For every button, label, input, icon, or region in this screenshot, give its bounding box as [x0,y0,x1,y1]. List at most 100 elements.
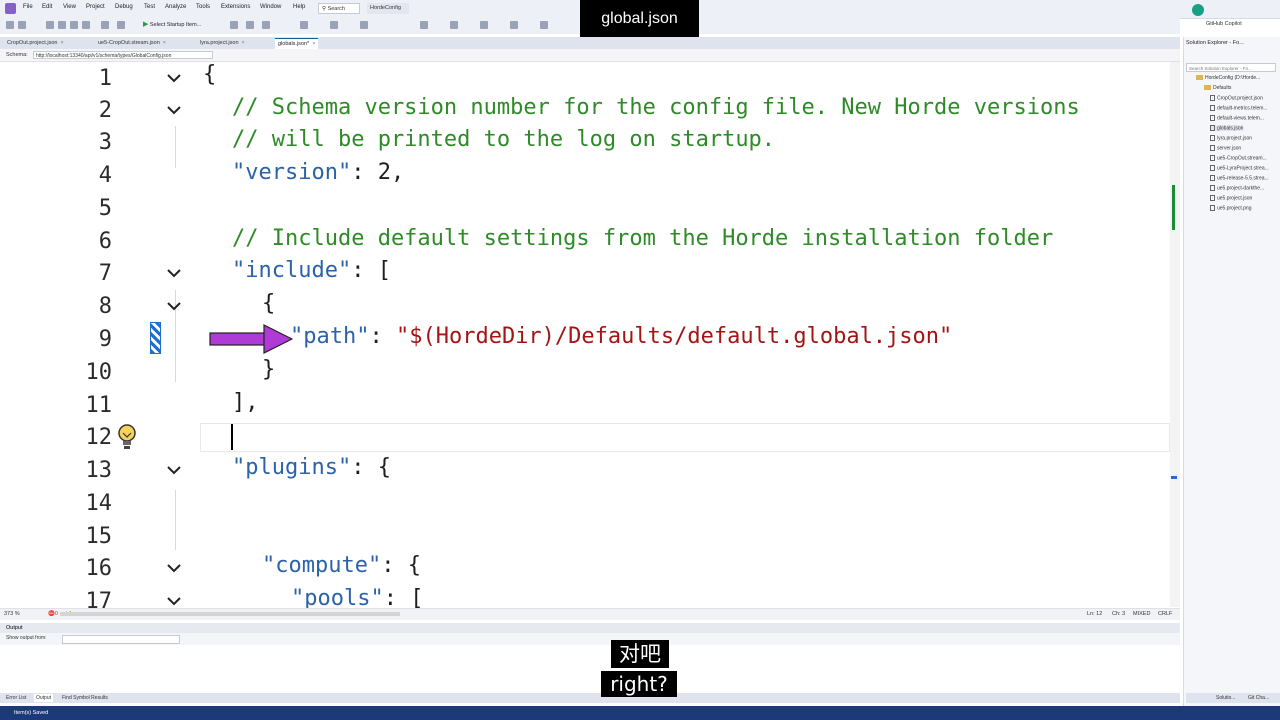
line-ending[interactable]: CRLF [1158,609,1172,619]
zoom-level[interactable]: 373 % [4,609,20,619]
status-bar [0,706,1280,720]
solution-file-item[interactable]: default-metrics.telem... [1210,105,1268,111]
tab-output[interactable]: Output [34,694,54,702]
save-icon[interactable] [70,21,78,29]
close-icon[interactable]: × [163,40,166,46]
json-key: "plugins" [232,455,352,480]
close-icon[interactable]: × [60,40,63,46]
tab-cropout-stream[interactable]: ue5-CropOut.stream.json × [95,38,169,49]
menu-extensions[interactable]: Extensions [221,4,250,10]
toolbar-tool-icon[interactable] [300,21,308,29]
menu-window[interactable]: Window [260,4,281,10]
toolbar-tool-icon[interactable] [540,21,548,29]
json-punct: : { [351,455,391,480]
solution-file-item[interactable]: ue5-LyraProject.strea... [1210,165,1269,171]
menu-test[interactable]: Test [144,4,155,10]
copilot-label[interactable]: GitHub Copilot [1206,21,1242,27]
error-count[interactable]: ⛔0 [48,609,58,619]
output-text-area[interactable] [0,645,1180,693]
schema-url-field[interactable]: http://localhost:13340/api/v1/schema/typ… [33,51,213,59]
solution-file-item-selected[interactable]: globals.json [1210,125,1244,132]
save-all-icon[interactable] [82,21,90,29]
tab-cropout-project[interactable]: CropOut.project.json × [4,38,67,49]
tab-label: globals.json* [278,41,310,47]
solution-file-item[interactable]: server.json [1210,145,1241,151]
menu-view[interactable]: View [63,4,76,10]
tab-solution-explorer[interactable]: Solutio... [1214,694,1237,702]
fold-chevron-icon[interactable] [166,593,182,609]
menu-tools[interactable]: Tools [196,4,210,10]
start-button[interactable]: ▶ Select Startup Item... [143,20,201,28]
fold-chevron-icon[interactable] [166,102,182,118]
file-label: ue5.project.png [1217,205,1252,212]
open-icon[interactable] [58,21,66,29]
annotation-arrow-icon [209,324,294,354]
file-icon [1210,115,1215,121]
fold-chevron-icon[interactable] [166,560,182,576]
error-count-value: 0 [54,611,58,617]
undo-icon[interactable] [101,21,109,29]
solution-root[interactable]: HordeConfig (D:\Horde... [1196,75,1260,81]
close-icon[interactable]: × [242,40,245,46]
redo-icon[interactable] [117,21,125,29]
line-number: 9 [98,327,112,352]
lightbulb-icon[interactable] [116,423,138,451]
toolbar-tool-icon[interactable] [262,21,270,29]
vertical-scrollbar[interactable] [1170,62,1180,607]
tab-lyra-project[interactable]: lyra.project.json × [197,38,248,49]
solution-file-item[interactable]: ue5.project-darkthe... [1210,185,1264,191]
menu-project[interactable]: Project [86,4,105,10]
code-line-16: "compute": { [262,553,421,578]
toolbar-tool-icon[interactable] [246,21,254,29]
file-label: default-metrics.telem... [1217,105,1268,112]
new-item-icon[interactable] [46,21,54,29]
bottom-tab-bar [0,693,1180,703]
output-source-select[interactable] [62,635,180,644]
tab-git-changes[interactable]: Git Cha... [1246,694,1271,702]
forward-icon[interactable] [18,21,26,29]
menu-file[interactable]: File [23,4,33,10]
solution-file-item[interactable]: ue5.project.png [1210,205,1251,211]
tab-label: CropOut.project.json [7,40,58,46]
error-icon: ⛔ [48,611,55,617]
solution-file-item[interactable]: ue5-CropOut.stream... [1210,155,1267,161]
fold-chevron-icon[interactable] [166,462,182,478]
toolbar-tool-icon[interactable] [360,21,368,29]
solution-file-item[interactable]: CropOut.project.json [1210,95,1263,101]
toolbar-tool-icon[interactable] [510,21,518,29]
solution-explorer-title: Solution Explorer - Fo... [1186,40,1244,46]
json-key: "version" [232,160,352,185]
toolbar-tool-icon[interactable] [450,21,458,29]
tab-label: ue5-CropOut.stream.json [98,40,160,46]
toolbar-tool-icon[interactable] [420,21,428,29]
toolbar-tool-icon[interactable] [480,21,488,29]
file-label: globals.json [1217,125,1244,132]
horizontal-scrollbar[interactable] [60,612,400,616]
line-number: 12 [85,425,113,450]
copilot-icon[interactable] [1192,4,1204,16]
solution-file-item[interactable]: lyra.project.json [1210,135,1252,141]
solution-name-badge: HordeConfig [367,3,409,14]
search-box[interactable]: ⚲ Search [318,3,360,14]
fold-chevron-icon[interactable] [166,70,182,86]
solution-file-item[interactable]: default-views.telem... [1210,115,1264,121]
tab-find-symbol-results[interactable]: Find Symbol Results [60,694,110,702]
folder-defaults[interactable]: Defaults [1204,85,1231,91]
close-icon[interactable]: × [312,41,315,47]
tab-error-list[interactable]: Error List [4,694,28,702]
solution-search-input[interactable]: Search Solution Explorer - Fo... [1186,63,1276,72]
menu-edit[interactable]: Edit [42,4,52,10]
toolbar-tool-icon[interactable] [330,21,338,29]
menu-help[interactable]: Help [293,4,305,10]
fold-chevron-icon[interactable] [166,298,182,314]
file-icon [1210,175,1215,181]
menu-debug[interactable]: Debug [115,4,133,10]
solution-file-item[interactable]: ue5-release-5.5.strea... [1210,175,1269,181]
tab-globals-json[interactable]: globals.json* × [275,38,319,49]
whitespace-mode[interactable]: MIXED [1133,609,1150,619]
fold-chevron-icon[interactable] [166,265,182,281]
back-icon[interactable] [6,21,14,29]
solution-file-item[interactable]: ue5.project.json [1210,195,1252,201]
menu-analyze[interactable]: Analyze [165,4,186,10]
toolbar-tool-icon[interactable] [230,21,238,29]
